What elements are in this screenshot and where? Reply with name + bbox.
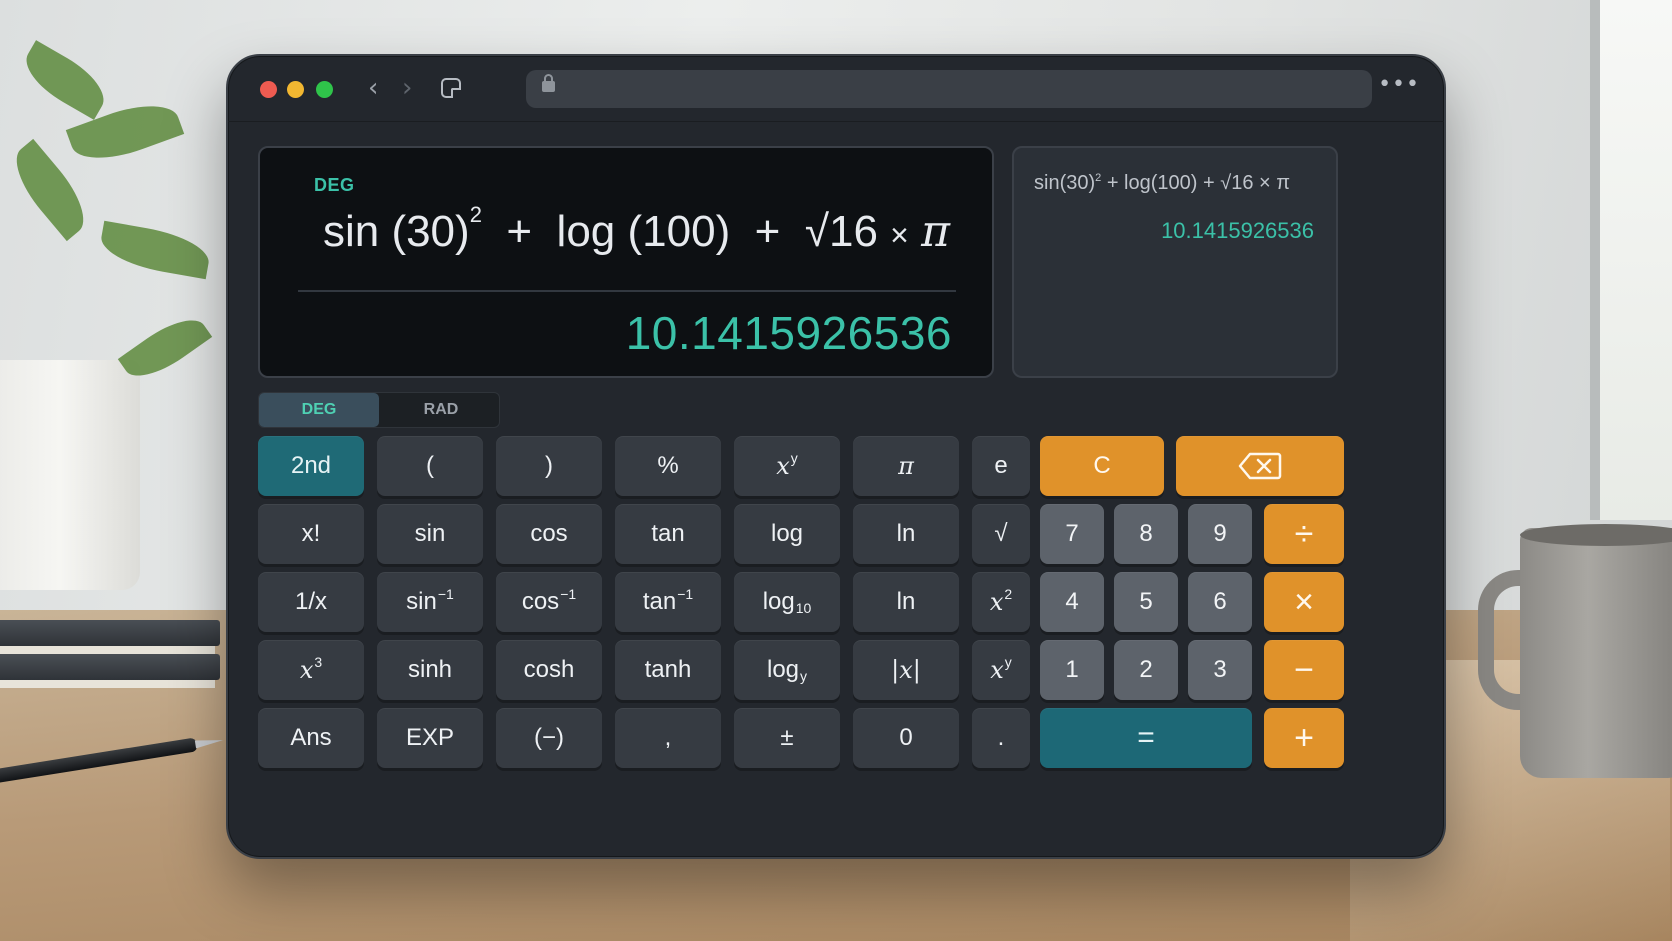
angle-mode-indicator: DEG [314,175,355,195]
ln-secondary-key[interactable]: ln [853,572,959,632]
address-bar[interactable] [526,70,1372,108]
digit-5-key[interactable]: 5 [1114,572,1178,632]
digit-1-key[interactable]: 1 [1040,640,1104,700]
cube-key[interactable]: x3 [258,640,364,700]
backspace-key[interactable] [1176,436,1344,496]
sqrt-key[interactable]: √ [972,504,1030,564]
power-key[interactable]: xy [734,436,840,496]
result-value: 10.1415926536 [625,307,952,359]
log-base-y-key[interactable]: log y [734,640,840,700]
more-options-icon[interactable]: ••• [1378,72,1420,97]
digit-9-key[interactable]: 9 [1188,504,1252,564]
book-stack [0,620,230,720]
deg-toggle-option[interactable]: DEG [259,393,379,427]
back-arrow-icon[interactable]: ‹ [368,72,378,104]
exponent-key[interactable]: EXP [377,708,483,768]
minimize-window-button[interactable] [287,81,304,98]
plus-minus-key[interactable]: ± [734,708,840,768]
square-key[interactable]: x2 [972,572,1030,632]
digit-0-key[interactable]: 0 [853,708,959,768]
arcsin-key[interactable]: sin −1 [377,572,483,632]
close-window-button[interactable] [260,81,277,98]
negate-key[interactable]: (−) [496,708,602,768]
sinh-key[interactable]: sinh [377,640,483,700]
arctan-key[interactable]: tan −1 [615,572,721,632]
equals-key[interactable]: = [1040,708,1252,768]
reciprocal-key[interactable]: 1/x [258,572,364,632]
pi-key[interactable]: π [853,436,959,496]
digit-6-key[interactable]: 6 [1188,572,1252,632]
history-result[interactable]: 10.1415926536 [1161,218,1314,244]
subtract-key[interactable]: − [1264,640,1344,700]
display-divider [298,290,956,292]
tan-key[interactable]: tan [615,504,721,564]
lock-icon [542,74,555,92]
calculator-display: DEG sin (30)2 + log (100) + √16 × π 10.1… [258,146,994,378]
digit-2-key[interactable]: 2 [1114,640,1178,700]
digit-7-key[interactable]: 7 [1040,504,1104,564]
backspace-icon [1238,452,1282,480]
second-function-key[interactable]: 2nd [258,436,364,496]
expression-text: sin (30)2 + log (100) + √16 × π [322,202,950,257]
digit-8-key[interactable]: 8 [1114,504,1178,564]
ln-key[interactable]: ln [853,504,959,564]
percent-key[interactable]: % [615,436,721,496]
factorial-key[interactable]: x! [258,504,364,564]
arccos-key[interactable]: cos −1 [496,572,602,632]
left-paren-key[interactable]: ( [377,436,483,496]
browser-titlebar: ‹ › ••• [228,56,1444,122]
plant-pot [0,360,140,590]
comma-key[interactable]: , [615,708,721,768]
coffee-mug [1520,528,1672,778]
log10-key[interactable]: log 10 [734,572,840,632]
angle-unit-toggle: DEG RAD [258,392,500,428]
multiply-key[interactable]: × [1264,572,1344,632]
calculator-window: ‹ › ••• DEG sin (30)2 + log (100) + √16 … [226,54,1446,859]
background-window [1590,0,1672,520]
digit-3-key[interactable]: 3 [1188,640,1252,700]
rad-toggle-option[interactable]: RAD [381,393,501,427]
right-paren-key[interactable]: ) [496,436,602,496]
clear-key[interactable]: C [1040,436,1164,496]
forward-arrow-icon[interactable]: › [402,72,412,104]
cos-key[interactable]: cos [496,504,602,564]
decimal-point-key[interactable]: . [972,708,1030,768]
tabs-icon[interactable] [441,78,461,98]
answer-key[interactable]: Ans [258,708,364,768]
digit-4-key[interactable]: 4 [1040,572,1104,632]
power-secondary-key[interactable]: xy [972,640,1030,700]
log-key[interactable]: log [734,504,840,564]
euler-key[interactable]: e [972,436,1030,496]
tanh-key[interactable]: tanh [615,640,721,700]
sin-key[interactable]: sin [377,504,483,564]
absolute-value-key[interactable]: |x| [853,640,959,700]
history-panel: sin(30)2 + log(100) + √16 × π 10.1415926… [1012,146,1338,378]
maximize-window-button[interactable] [316,81,333,98]
divide-key[interactable]: ÷ [1264,504,1344,564]
history-expression[interactable]: sin(30)2 + log(100) + √16 × π [1034,172,1290,195]
add-key[interactable]: + [1264,708,1344,768]
cosh-key[interactable]: cosh [496,640,602,700]
